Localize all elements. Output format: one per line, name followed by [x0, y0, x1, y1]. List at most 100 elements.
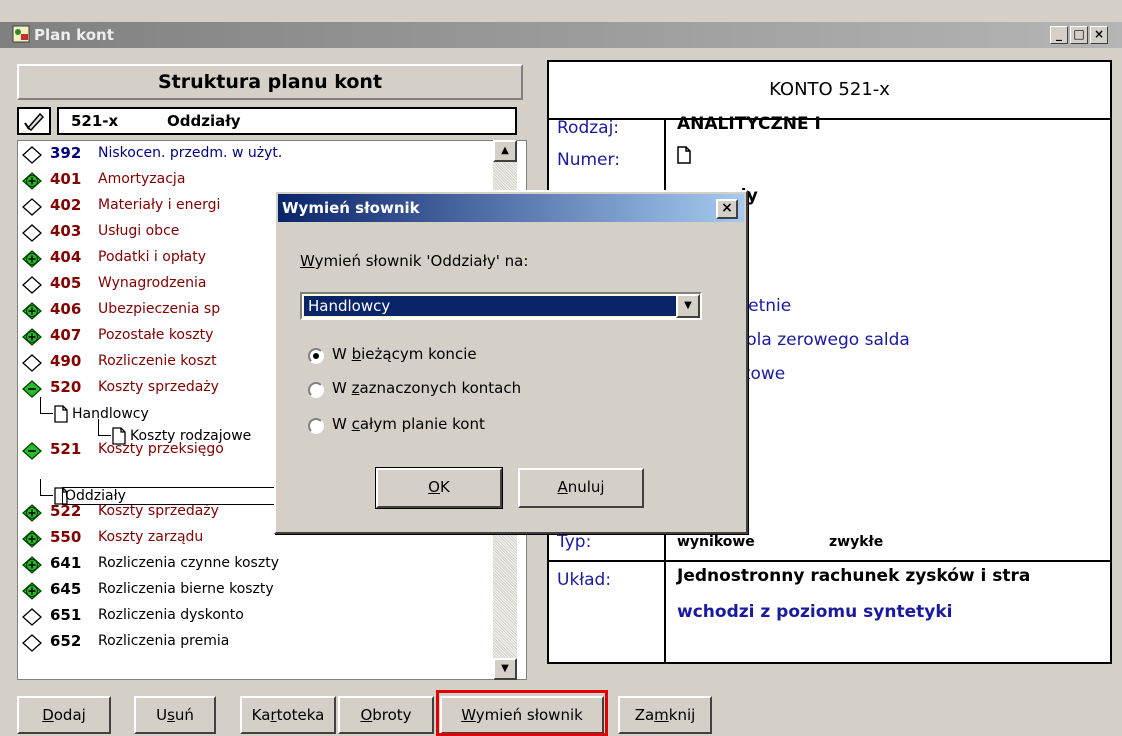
scroll-up-button[interactable]: ▲ [493, 140, 517, 162]
tree-item-652[interactable]: 652 Rozliczenia premia [18, 629, 494, 655]
tree-item-code: 651 [50, 606, 82, 624]
tree-item-code: 392 [50, 144, 82, 162]
highlight-box [436, 690, 608, 736]
diamond-empty-icon[interactable] [22, 634, 42, 652]
tree-item-label: Amortyzacja [98, 171, 186, 187]
minus-diamond-icon[interactable] [22, 380, 42, 398]
plus-circle-icon[interactable] [22, 582, 42, 600]
selected-account-field[interactable]: 521-x Oddziały [57, 107, 517, 135]
app-icon [12, 25, 30, 43]
window-title-bar[interactable]: Plan kont _ □ × [0, 22, 1122, 48]
tree-item-code: 404 [50, 248, 82, 266]
tree-item-label: Ubezpieczenia sp [98, 301, 221, 317]
plus-circle-icon[interactable] [22, 250, 42, 268]
close-window-button[interactable]: × [1090, 26, 1108, 44]
radio-current-account[interactable]: W bieżącym koncie [308, 344, 568, 368]
tree-item-label: Koszty sprzedaży [98, 379, 219, 395]
tree-item-code: 550 [50, 528, 82, 546]
maximize-button[interactable]: □ [1070, 26, 1088, 44]
numer-doc-icon [677, 146, 691, 169]
option-kontrola-salda: trola zerowego salda [733, 330, 910, 350]
tree-connector [40, 397, 53, 414]
typ-label: Typ: [557, 532, 592, 552]
radio-selected-accounts[interactable]: W zaznaczonych kontach [308, 378, 608, 402]
radio-selected-accounts-label: W zaznaczonych kontach [332, 379, 522, 397]
dialog-title-bar[interactable]: Wymień słownik × [278, 194, 744, 222]
plus-circle-icon[interactable] [22, 556, 42, 574]
dictionary-select-value: Handlowcy [303, 295, 677, 317]
tree-item-392[interactable]: 392 Niskocen. przedm. w użyt. [18, 141, 494, 167]
add-button[interactable]: Dodaj [17, 696, 111, 734]
tree-item-645[interactable]: 645 Rozliczenia bierne koszty [18, 577, 494, 603]
radio-current-account-dot[interactable] [308, 348, 324, 364]
tree-item-641[interactable]: 641 Rozliczenia czynne koszty [18, 551, 494, 577]
tree-item-code: 490 [50, 352, 82, 370]
radio-whole-plan-dot[interactable] [308, 418, 324, 434]
radio-selected-accounts-dot[interactable] [308, 382, 324, 398]
tree-item-label: Wynagrodzenia [98, 275, 207, 291]
tree-item-code: 520 [50, 378, 82, 396]
tree-child-label: Koszty rodzajowe [130, 428, 252, 444]
close-button[interactable]: Zamknij [618, 696, 712, 734]
obroty-button[interactable]: Obroty [338, 696, 434, 734]
replace-label-text: ymień słownik 'Oddziały' na: [314, 252, 529, 270]
tree-item-label: Rozliczenia czynne koszty [98, 555, 279, 571]
tree-item-651[interactable]: 651 Rozliczenia dyskonto [18, 603, 494, 629]
plus-circle-icon[interactable] [22, 328, 42, 346]
row-divider [549, 560, 1110, 562]
selected-account-code: 521-x [71, 112, 119, 130]
radio-current-account-label: W bieżącym koncie [332, 345, 477, 363]
diamond-empty-icon[interactable] [22, 198, 42, 216]
tree-item-code: 641 [50, 554, 82, 572]
diamond-empty-icon[interactable] [22, 608, 42, 626]
edit-check-icon[interactable] [17, 107, 51, 135]
diamond-empty-icon[interactable] [22, 276, 42, 294]
ok-button[interactable]: OK [376, 468, 502, 508]
tree-item-code: 652 [50, 632, 82, 650]
radio-whole-plan[interactable]: W całym planie kont [308, 414, 568, 438]
kartoteka-button[interactable]: Kartoteka [240, 696, 336, 734]
tree-item-code: 645 [50, 580, 82, 598]
plus-circle-icon[interactable] [22, 530, 42, 548]
tree-item-label: Rozliczenie koszt [98, 353, 217, 369]
chevron-down-icon[interactable]: ▼ [676, 294, 700, 318]
replace-dictionary-dialog: Wymień słownik × Wymień słownik 'Oddział… [274, 190, 748, 534]
diamond-empty-icon[interactable] [22, 224, 42, 242]
tree-item-label: Koszty sprzedaży [98, 503, 219, 519]
tree-item-label: Materiały i energi [98, 197, 221, 213]
tree-item-code: 401 [50, 170, 82, 188]
tree-panel-header: Struktura planu kont [17, 64, 523, 100]
minus-diamond-icon[interactable] [22, 442, 42, 460]
tree-item-label: Usługi obce [98, 223, 180, 239]
cancel-button[interactable]: Anuluj [518, 468, 644, 508]
tree-item-label: Rozliczenia bierne koszty [98, 581, 274, 597]
diamond-empty-icon[interactable] [22, 146, 42, 164]
tree-child-label: Oddziały [62, 487, 286, 505]
plus-circle-icon[interactable] [22, 302, 42, 320]
tree-item-code: 407 [50, 326, 82, 344]
selected-account-name: Oddziały [167, 112, 241, 130]
plus-circle-icon[interactable] [22, 504, 42, 522]
scroll-down-button[interactable]: ▼ [493, 658, 517, 680]
uklad-note: wchodzi z poziomu syntetyki [677, 602, 953, 622]
radio-whole-plan-label: W całym planie kont [332, 415, 485, 433]
diamond-empty-icon[interactable] [22, 354, 42, 372]
rodzaj-value: ANALITYCZNE I [677, 114, 821, 134]
numer-label: Numer: [557, 150, 620, 170]
dictionary-select[interactable]: Handlowcy ▼ [300, 292, 702, 320]
minimize-button[interactable]: _ [1050, 26, 1068, 44]
tree-item-label: Rozliczenia dyskonto [98, 607, 244, 623]
uklad-value: Jednostronny rachunek zysków i stra [677, 566, 1031, 586]
document-icon [54, 405, 68, 427]
typ-value-zwykle: zwykłe [829, 534, 884, 550]
rodzaj-label: Rodzaj: [557, 118, 620, 138]
dialog-close-button[interactable]: × [716, 199, 738, 219]
delete-button[interactable]: Usuń [134, 696, 216, 734]
tree-item-code: 405 [50, 274, 82, 292]
tree-item-code: 521 [50, 440, 82, 458]
plus-circle-icon[interactable] [22, 172, 42, 190]
tree-item-code: 403 [50, 222, 82, 240]
document-icon [112, 427, 126, 449]
account-header: KONTO 521-x [549, 62, 1110, 120]
tree-item-label: Koszty zarządu [98, 529, 204, 545]
